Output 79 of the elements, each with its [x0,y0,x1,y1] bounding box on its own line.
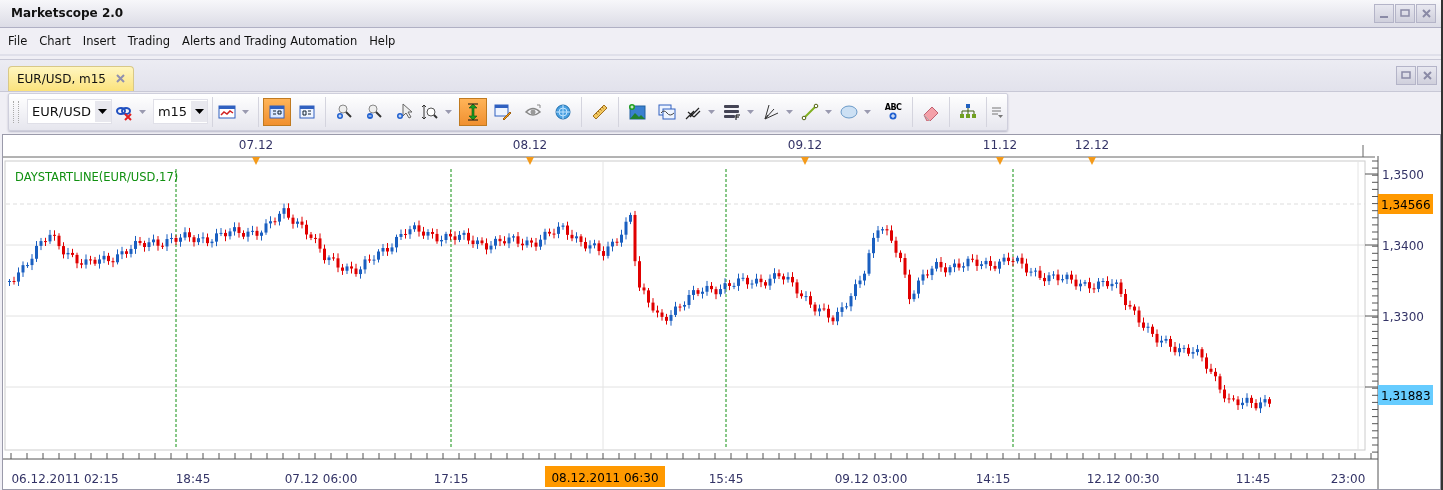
menu-item[interactable]: Chart [33,33,77,48]
marker-triangle-icon [996,157,1004,165]
menu-item[interactable]: Trading [121,33,177,48]
zoom-out-icon [365,102,384,121]
hierarchy-icon [959,102,978,121]
cursor-time-badge: 08.12.2011 06:30 [545,466,665,487]
zoom-range-icon [421,102,440,121]
window-icon [268,102,287,121]
chart-tab[interactable]: EUR/USD, m15 [8,65,134,91]
pencil-window-icon [494,102,513,121]
minimize-button[interactable] [1374,3,1394,23]
caret-icon[interactable] [137,108,147,115]
windows-icon [658,102,677,121]
fan-lines-icon [762,102,781,121]
ruler-icon [591,102,610,121]
time-axis-label: 23:00 [1330,472,1366,486]
list-icon [723,102,742,121]
plus-icon [889,112,898,121]
time-axis-label: 18:45 [175,472,211,486]
price-axis-label: 1,3300 [1382,310,1424,324]
menu-item[interactable]: Insert [76,33,122,48]
maximize-button[interactable] [1395,3,1415,23]
caret-icon[interactable] [746,108,756,115]
dropdown-field[interactable]: EUR/USD [27,99,112,125]
indicator-label: DAYSTARTLINE(EUR/USD,17) [15,170,179,184]
minimize-icon [1379,15,1389,18]
marker-triangle-icon [801,157,809,165]
caret-icon[interactable] [785,108,795,115]
time-axis-label: 09.12 03:00 [834,472,908,486]
caret-icon[interactable] [863,108,873,115]
close-icon [1422,70,1432,80]
maximize-icon [1401,70,1411,81]
date-marker-label: 07.12 [238,138,274,152]
text-tool-button[interactable]: ABC [878,96,909,127]
time-axis-label: 14:15 [975,472,1011,486]
caret-icon[interactable] [707,108,717,115]
menu-item[interactable]: File [2,33,34,48]
zoom-in-icon [335,102,354,121]
date-marker-label: 12.12 [1074,138,1110,152]
time-axis-label: 12.12 00:30 [1086,472,1160,486]
date-marker-label: 09.12 [787,138,823,152]
line-chart-icon [218,102,237,121]
caret-icon[interactable] [241,108,251,115]
image-icon [628,102,647,121]
marker-triangle-icon [526,157,534,165]
cursor-icon [395,102,414,121]
ellipse-icon [840,102,859,121]
date-marker-label: 11.12 [982,138,1018,152]
toolbar-button[interactable] [459,97,488,126]
price-badge-label: 1,31883 [1381,389,1431,403]
time-axis-label: 06.12.2011 02:15 [11,472,119,486]
window-title: Marketscope 2.0 [11,6,124,21]
menu-item[interactable]: Help [363,33,402,48]
dropdown-arrow-icon [98,109,108,115]
price-badge-label: 1,34566 [1381,198,1431,212]
marker-triangle-icon [252,157,260,165]
time-axis-label: 07.12 06:00 [284,472,358,486]
globe-icon [554,102,573,121]
maximize-button[interactable] [1396,65,1416,85]
close-button[interactable] [1417,65,1437,85]
time-axis-label: 15:45 [708,472,744,486]
time-axis-label: 11:45 [1235,472,1271,486]
caret-icon[interactable] [444,108,454,115]
overflow-menu-icon[interactable] [991,105,1004,118]
date-marker-label: 08.12 [512,138,548,152]
line-icon [801,102,820,121]
dropdown-arrow-icon [194,109,204,115]
close-icon [116,74,125,84]
close-button[interactable] [1416,3,1436,23]
price-axis-label: 1,3400 [1382,239,1424,253]
window-icon [298,102,317,121]
price-axis-label: 1,3500 [1382,168,1424,182]
dropdown-field[interactable]: m15 [152,99,209,125]
time-axis-label: 17:15 [433,472,469,486]
marker-triangle-icon [1088,157,1096,165]
menu-item[interactable]: Alerts and Trading Automation [176,33,364,48]
caret-icon[interactable] [824,108,834,115]
close-icon [1421,8,1431,18]
maximize-icon [1400,8,1410,19]
